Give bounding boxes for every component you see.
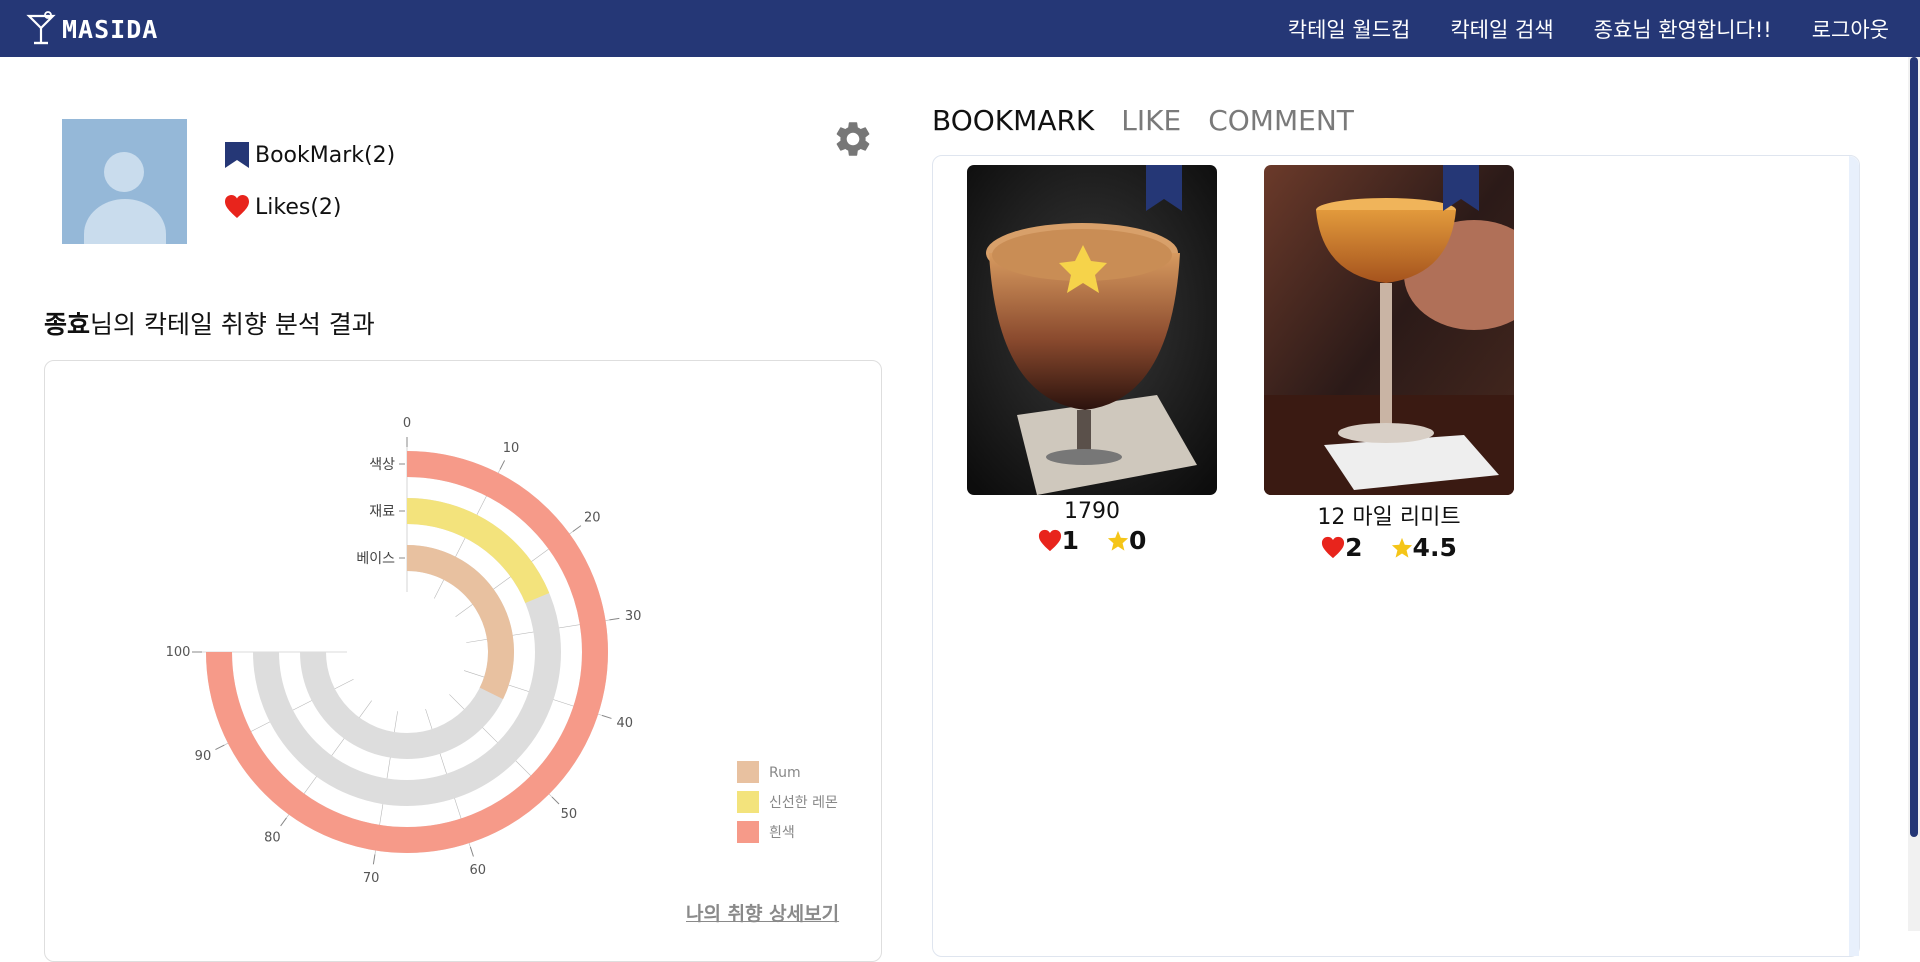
cocktail-meta: 1 0 [967, 526, 1217, 555]
cocktail-like-count: 2 [1345, 533, 1363, 562]
bookmark-list: 1790 1 0 12 마일 리미트 2 4.5 [932, 155, 1860, 957]
heart-icon [1322, 536, 1345, 558]
bookmark-stat: BookMark(2) [224, 141, 395, 169]
bookmark-icon [225, 142, 249, 168]
chart-tick-label: 100 [166, 645, 191, 660]
taste-radial-chart: 0 10 20 30 40 50 60 70 80 90 100 색상재료베이스 Rum 신선한 레몬… [166, 416, 838, 886]
chart-tick-label: 90 [195, 749, 212, 764]
nav-menu: 칵테일 월드컵 칵테일 검색 종효님 환영합니다!! 로그아웃 [1248, 0, 1889, 57]
chart-tick-mark [499, 460, 506, 470]
chart-tick-label: 40 [617, 716, 634, 731]
chart-tick-label: 60 [469, 863, 486, 878]
chart-tick-mark [280, 817, 287, 827]
content-scroll-rail[interactable] [1849, 156, 1859, 956]
cocktail-name: 12 마일 리미트 [1317, 505, 1461, 530]
chart-legend-label[interactable]: Rum [769, 765, 801, 781]
tab-like[interactable]: LIKE [1121, 104, 1181, 137]
taste-chart-card: 0 10 20 30 40 50 60 70 80 90 100 색상재료베이스 Rum 신선한 레몬… [44, 360, 882, 962]
likes-stat-label: Likes(2) [255, 194, 342, 220]
page-scrollbar[interactable] [1908, 57, 1920, 931]
chart-tick-mark [469, 846, 474, 857]
chart-tick-mark [572, 525, 582, 532]
chart-category-labels: 색상재료베이스 [356, 457, 405, 567]
top-navbar: MASIDA 칵테일 월드컵 칵테일 검색 종효님 환영합니다!! 로그아웃 [0, 0, 1920, 57]
cocktail-card[interactable]: 12 마일 리미트 2 4.5 [1264, 165, 1514, 562]
star-icon [1107, 530, 1129, 551]
chart-tick-label: 20 [584, 510, 601, 525]
chart-legend-swatch[interactable] [737, 791, 759, 813]
chart-tick-label: 30 [625, 609, 642, 624]
tab-bookmark[interactable]: BOOKMARK [932, 104, 1094, 137]
chart-tick-label: 0 [403, 416, 411, 431]
star-icon [1391, 537, 1412, 558]
nav-logout-link[interactable]: 로그아웃 [1812, 14, 1889, 44]
nav-welcome-text[interactable]: 종효님 환영합니다!! [1594, 14, 1772, 44]
cocktail-like-count: 1 [1061, 526, 1079, 555]
analysis-title: 종효님의 칵테일 취향 분석 결과 [44, 305, 375, 341]
chart-tick-mark [609, 617, 620, 621]
chart-category-label: 베이스 [356, 551, 395, 567]
chart-tick-label: 80 [264, 830, 281, 845]
cocktail-name: 1790 [1064, 499, 1120, 524]
chart-legend-swatch[interactable] [737, 761, 759, 783]
chart-category-label: 재료 [369, 504, 395, 520]
heart-icon [225, 195, 249, 218]
chart-tick-label: 10 [503, 441, 520, 456]
chart-bar[interactable] [406, 545, 514, 700]
chart-legend-label[interactable]: 흰색 [769, 825, 795, 841]
cocktail-image[interactable] [967, 165, 1217, 495]
analysis-user-name: 종효 [44, 310, 91, 339]
bookmark-ribbon-icon[interactable] [1443, 165, 1479, 211]
chart-tick-label: 70 [363, 871, 380, 886]
analysis-title-suffix: 님의 칵테일 취향 분석 결과 [90, 310, 375, 339]
chart-tick-mark [601, 714, 612, 719]
cocktail-image[interactable] [1264, 165, 1514, 495]
bookmark-stat-label: BookMark(2) [255, 142, 396, 168]
chart-tick-mark [551, 796, 560, 805]
avatar-head-shape [104, 152, 144, 192]
cocktail-photo-12-mile-limit [1264, 165, 1514, 495]
cocktail-logo-icon [26, 11, 56, 45]
gear-icon[interactable] [832, 118, 874, 160]
tab-comment[interactable]: COMMENT [1208, 104, 1354, 137]
cocktail-photo-1790 [967, 165, 1217, 495]
likes-stat: Likes(2) [224, 194, 342, 220]
cocktail-rating: 4.5 [1412, 533, 1457, 562]
nav-search-link[interactable]: 칵테일 검색 [1450, 14, 1553, 44]
chart-tick-mark [372, 854, 376, 865]
chart-legend-swatch[interactable] [737, 821, 759, 843]
chart-tick-mark [215, 744, 225, 751]
chart-ticks: 0 10 20 30 40 50 60 70 80 90 100 [166, 416, 642, 886]
chart-category-label: 색상 [369, 457, 395, 473]
chart-legend: Rum 신선한 레몬흰색 [737, 761, 838, 843]
nav-worldcup-link[interactable]: 칵테일 월드컵 [1288, 14, 1411, 44]
logo[interactable]: MASIDA [26, 9, 158, 49]
chart-legend-label[interactable]: 신선한 레몬 [769, 795, 838, 811]
cocktail-rating: 0 [1129, 526, 1147, 555]
content-tabs: BOOKMARK LIKE COMMENT [932, 104, 1381, 137]
cocktail-meta: 2 4.5 [1264, 533, 1514, 562]
bookmark-ribbon-icon[interactable] [1146, 165, 1182, 211]
taste-detail-link[interactable]: 나의 취향 상세보기 [686, 899, 839, 926]
heart-icon [1038, 529, 1061, 551]
cocktail-card[interactable]: 1790 1 0 [967, 165, 1217, 555]
brand-name: MASIDA [62, 14, 159, 44]
page-scrollbar-thumb[interactable] [1910, 57, 1918, 837]
avatar [62, 119, 187, 244]
avatar-body-shape [84, 199, 166, 244]
chart-tick-label: 50 [561, 807, 578, 822]
